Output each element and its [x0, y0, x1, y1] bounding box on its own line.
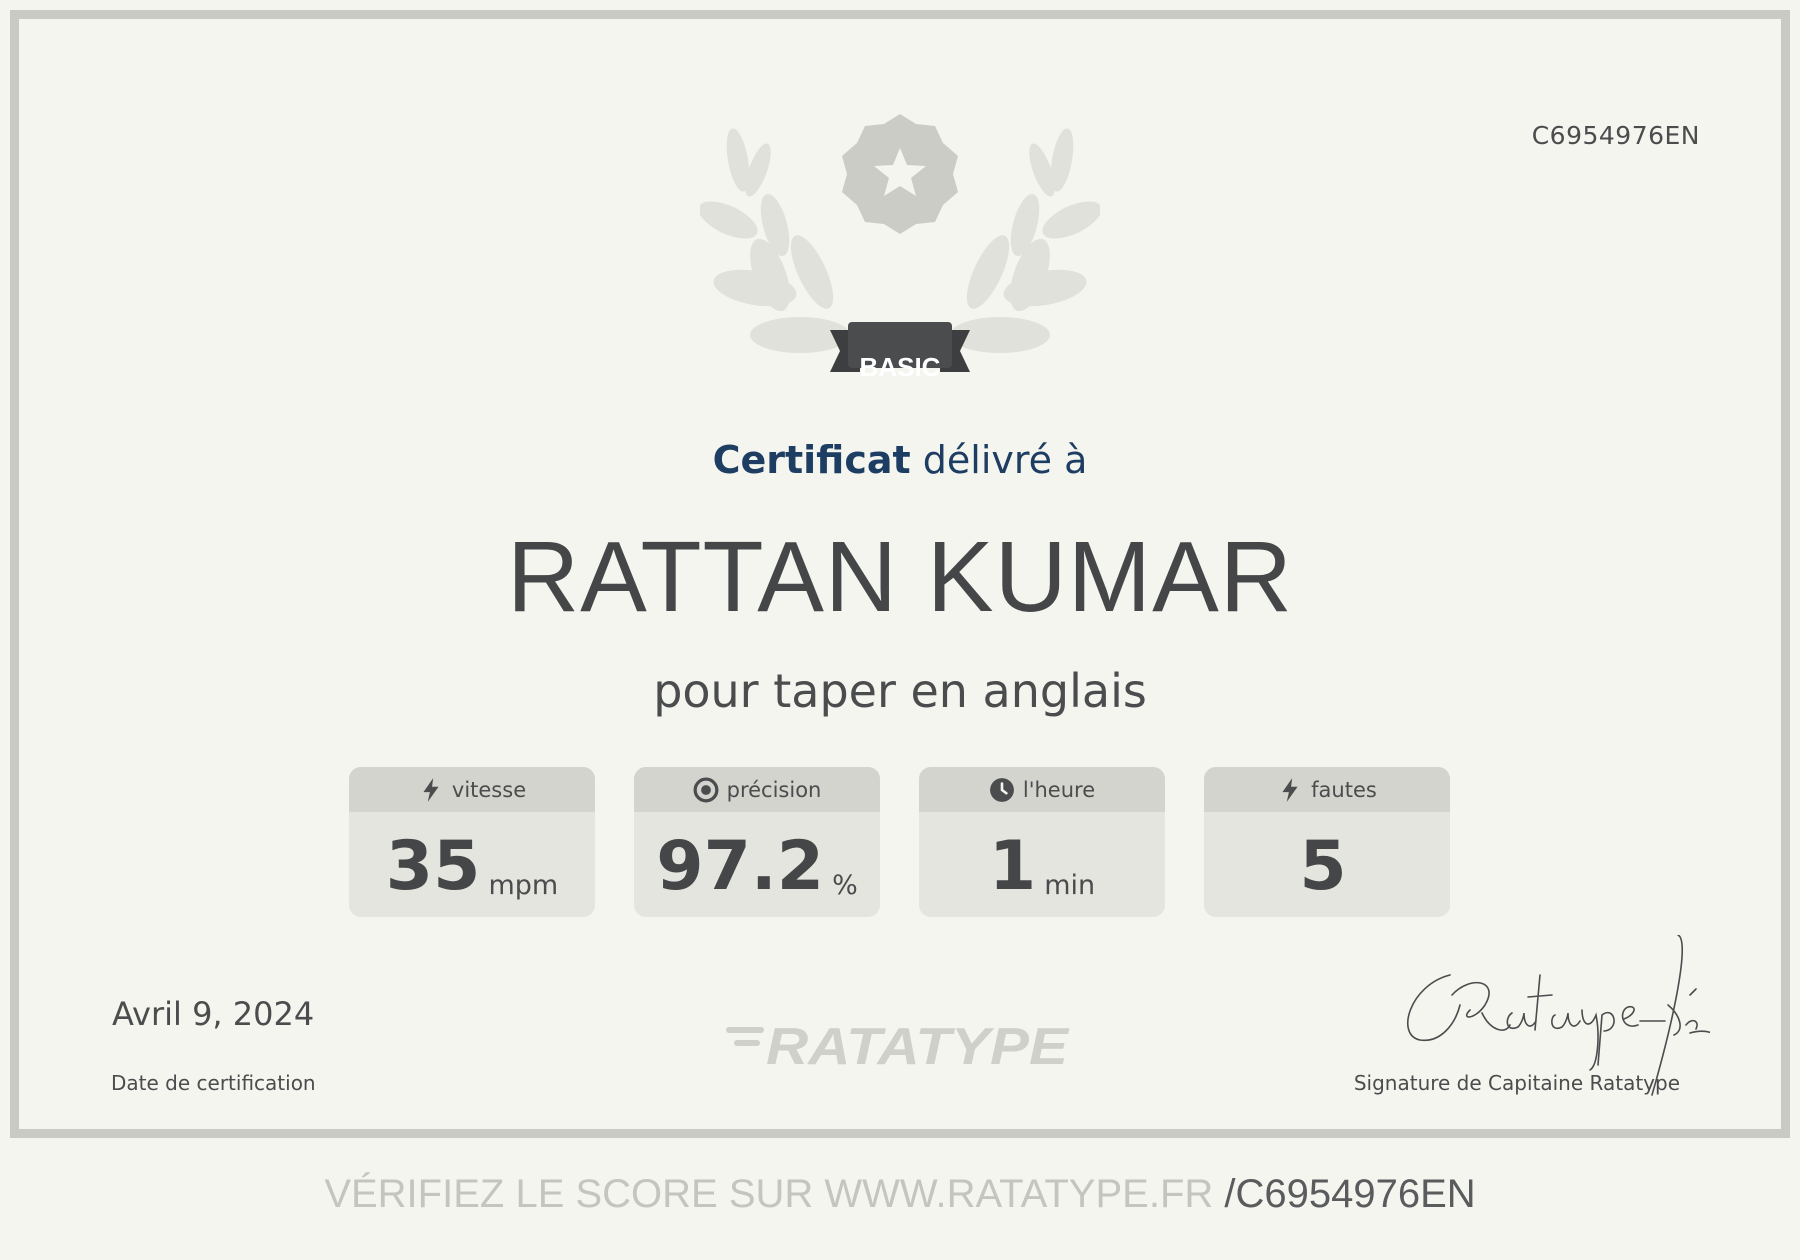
- target-icon: [693, 777, 719, 803]
- stats-row: vitesse 35 mpm précision 97.2 % l'heure …: [349, 767, 1451, 917]
- stat-value: 35: [385, 827, 481, 906]
- stat-value: 1: [988, 827, 1037, 906]
- certification-date-label: Date de certification: [111, 1071, 316, 1095]
- stat-label: fautes: [1311, 777, 1377, 802]
- heading-light: délivré à: [922, 438, 1088, 482]
- stat-header: précision: [634, 767, 880, 812]
- stat-value: 5: [1299, 827, 1347, 906]
- stat-body: 5: [1204, 812, 1450, 917]
- logo-text: RATATYPE: [766, 1018, 1069, 1070]
- stat-errors: fautes 5: [1204, 767, 1450, 917]
- stat-body: 97.2 %: [634, 812, 880, 917]
- verify-code: /C6954976EN: [1224, 1172, 1476, 1216]
- certification-date: Avril 9, 2024: [112, 995, 315, 1033]
- signature-label: Signature de Capitaine Ratatype: [1353, 1071, 1680, 1095]
- stat-body: 1 min: [919, 812, 1165, 917]
- stat-body: 35 mpm: [349, 812, 595, 917]
- stat-speed: vitesse 35 mpm: [349, 767, 595, 917]
- recipient-name: RATTAN KUMAR: [506, 521, 1294, 633]
- stat-unit: %: [832, 870, 858, 901]
- stat-label: précision: [726, 777, 822, 802]
- stat-time: l'heure 1 min: [919, 767, 1165, 917]
- certificate-purpose: pour taper en anglais: [653, 664, 1147, 718]
- stat-label: vitesse: [451, 777, 527, 802]
- verify-prefix: VÉRIFIEZ LE SCORE SUR WWW.RATATYPE.FR: [324, 1172, 1214, 1216]
- stat-unit: mpm: [488, 870, 559, 901]
- certificate-heading: Certificat délivré à: [0, 438, 1800, 482]
- stat-unit: min: [1044, 870, 1096, 901]
- clock-icon: [989, 777, 1015, 803]
- stat-header: l'heure: [919, 767, 1165, 812]
- lightning-icon: [418, 777, 444, 803]
- stat-accuracy: précision 97.2 %: [634, 767, 880, 917]
- heading-strong: Certificat: [712, 438, 911, 482]
- ratatype-logo: RATATYPE: [724, 1018, 1074, 1070]
- badge-label: BASIC: [859, 352, 941, 382]
- stat-header: vitesse: [349, 767, 595, 812]
- certificate-id: C6954976EN: [1531, 121, 1700, 150]
- lightning-icon: [1277, 777, 1303, 803]
- stat-label: l'heure: [1022, 777, 1096, 802]
- stat-header: fautes: [1204, 767, 1450, 812]
- stat-value: 97.2: [656, 827, 825, 906]
- verify-url[interactable]: VÉRIFIEZ LE SCORE SUR WWW.RATATYPE.FR /C…: [0, 1172, 1800, 1217]
